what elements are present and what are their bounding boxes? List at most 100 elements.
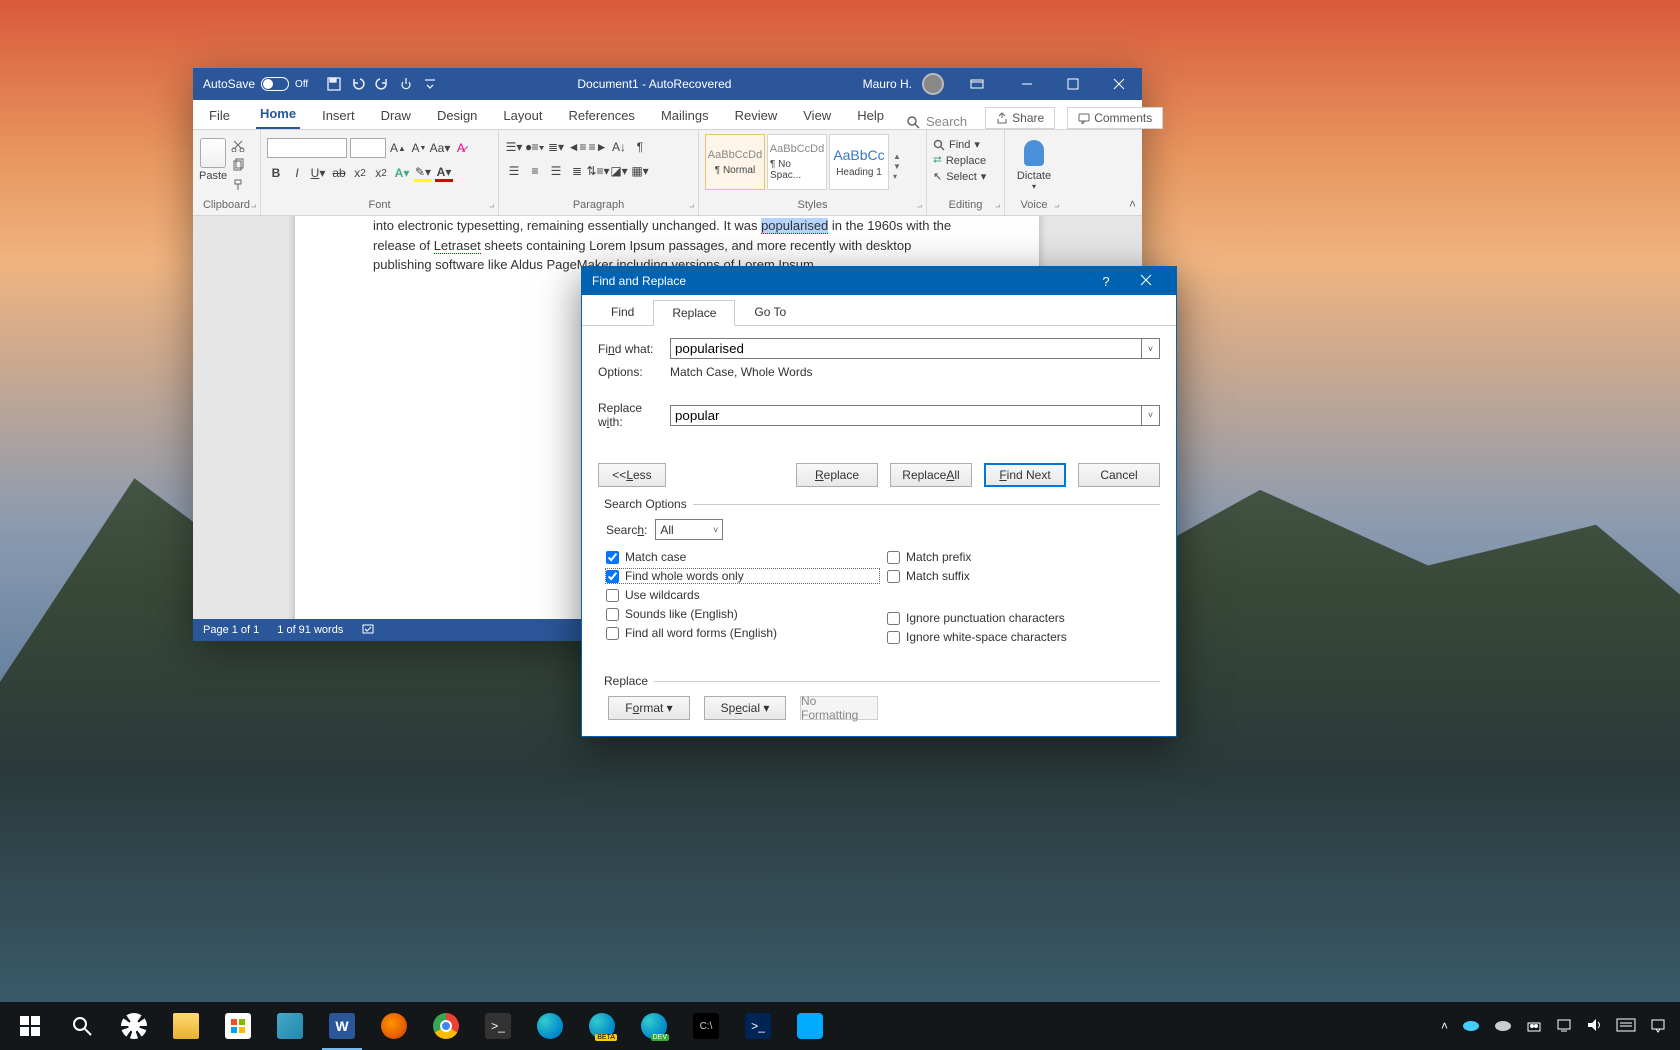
tab-insert[interactable]: Insert — [318, 102, 359, 129]
onedrive-alt-icon[interactable] — [1494, 1018, 1512, 1035]
replace-with-input[interactable] — [670, 405, 1142, 426]
italic-button[interactable]: I — [288, 164, 306, 182]
store-button[interactable] — [212, 1002, 264, 1050]
style-normal[interactable]: AaBbCcDd ¶ Normal — [705, 134, 765, 190]
tab-goto[interactable]: Go To — [735, 299, 805, 325]
align-left-icon[interactable]: ☰ — [505, 162, 523, 180]
select-button[interactable]: ↖ Select ▾ — [933, 170, 998, 183]
highlight-icon[interactable]: ✎▾ — [414, 164, 432, 182]
grow-font-icon[interactable]: A▲ — [389, 139, 407, 157]
line-spacing-icon[interactable]: ⇅≡▾ — [589, 162, 607, 180]
replace-one-button[interactable]: Replace — [796, 463, 878, 487]
check-find-whole-words-only[interactable]: Find whole words only — [606, 569, 879, 583]
align-right-icon[interactable]: ☰ — [547, 162, 565, 180]
shrink-font-icon[interactable]: A▼ — [410, 139, 428, 157]
word-button[interactable]: W — [316, 1002, 368, 1050]
onedrive-icon[interactable] — [1462, 1018, 1480, 1035]
ribbon-display-icon[interactable] — [954, 68, 1000, 100]
tab-find[interactable]: Find — [592, 299, 653, 325]
spell-check-icon[interactable] — [361, 622, 375, 639]
find-what-input[interactable] — [670, 338, 1142, 359]
font-family-combo[interactable] — [267, 138, 347, 158]
avatar[interactable] — [922, 73, 944, 95]
redo-icon[interactable] — [374, 76, 390, 92]
tab-review[interactable]: Review — [731, 102, 782, 129]
dialog-titlebar[interactable]: Find and Replace ? — [582, 267, 1176, 295]
app-button[interactable] — [784, 1002, 836, 1050]
user-name[interactable]: Mauro H. — [863, 77, 912, 91]
check-ignore-white-space-characters[interactable]: Ignore white-space characters — [887, 630, 1160, 644]
ime-icon[interactable] — [1616, 1018, 1636, 1035]
shading-icon[interactable]: ◪▾ — [610, 162, 628, 180]
sort-icon[interactable]: A↓ — [610, 138, 628, 156]
maximize-button[interactable] — [1050, 68, 1096, 100]
format-painter-icon[interactable] — [231, 178, 247, 194]
tab-mailings[interactable]: Mailings — [657, 102, 713, 129]
check-find-all-word-forms-english-[interactable]: Find all word forms (English) — [606, 626, 879, 640]
bullets-icon[interactable]: ☰▾ — [505, 138, 523, 156]
tray-overflow-icon[interactable]: ˄ — [1441, 1019, 1448, 1033]
numbering-icon[interactable]: ⦁≡▾ — [526, 138, 544, 156]
check-match-suffix[interactable]: Match suffix — [887, 569, 1160, 583]
less-button[interactable]: Less — [598, 463, 666, 487]
tab-references[interactable]: References — [564, 102, 638, 129]
bold-button[interactable]: B — [267, 164, 285, 182]
tell-me-search[interactable]: Search — [906, 114, 967, 129]
style-no-spacing[interactable]: AaBbCcDd ¶ No Spac... — [767, 134, 827, 190]
close-button[interactable] — [1126, 274, 1166, 289]
edge-button[interactable] — [524, 1002, 576, 1050]
comments-button[interactable]: Comments — [1067, 107, 1163, 129]
tab-design[interactable]: Design — [433, 102, 481, 129]
paste-button[interactable]: Paste — [199, 134, 227, 199]
tab-draw[interactable]: Draw — [377, 102, 415, 129]
tab-home[interactable]: Home — [256, 100, 300, 129]
find-button[interactable]: Find ▾ — [933, 138, 998, 151]
show-marks-icon[interactable]: ¶ — [631, 138, 649, 156]
tab-replace[interactable]: Replace — [653, 300, 735, 326]
share-button[interactable]: Share — [985, 107, 1055, 129]
help-button[interactable]: ? — [1086, 274, 1126, 289]
borders-icon[interactable]: ▦▾ — [631, 162, 649, 180]
minimize-button[interactable] — [1004, 68, 1050, 100]
cmd-button[interactable]: C:\ — [680, 1002, 732, 1050]
superscript-button[interactable]: x2 — [372, 164, 390, 182]
undo-icon[interactable] — [350, 76, 366, 92]
justify-icon[interactable]: ≣ — [568, 162, 586, 180]
toggle-switch-icon[interactable] — [261, 77, 289, 91]
search-direction-combo[interactable]: All˅ — [655, 519, 723, 540]
people-icon[interactable] — [1526, 1017, 1542, 1036]
touch-icon[interactable] — [398, 76, 414, 92]
file-explorer-button[interactable] — [160, 1002, 212, 1050]
check-use-wildcards[interactable]: Use wildcards — [606, 588, 879, 602]
strikethrough-button[interactable]: ab — [330, 164, 348, 182]
qat-more-icon[interactable] — [422, 76, 438, 92]
increase-indent-icon[interactable]: ≡► — [589, 138, 607, 156]
page-indicator[interactable]: Page 1 of 1 — [203, 624, 259, 636]
tab-file[interactable]: File — [201, 102, 238, 129]
text-effects-icon[interactable]: A▾ — [393, 164, 411, 182]
check-sounds-like-english-[interactable]: Sounds like (English) — [606, 607, 879, 621]
firefox-button[interactable] — [368, 1002, 420, 1050]
edge-beta-button[interactable]: BETA — [576, 1002, 628, 1050]
cancel-button[interactable]: Cancel — [1078, 463, 1160, 487]
search-button[interactable] — [56, 1002, 108, 1050]
font-size-combo[interactable] — [350, 138, 386, 158]
find-dropdown[interactable]: ˅ — [1142, 338, 1160, 359]
start-button[interactable] — [4, 1002, 56, 1050]
replace-all-button[interactable]: Replace All — [890, 463, 972, 487]
cut-icon[interactable] — [231, 138, 247, 154]
check-ignore-punctuation-characters[interactable]: Ignore punctuation characters — [887, 611, 1160, 625]
autosave-toggle[interactable]: AutoSave Off — [193, 77, 318, 91]
tab-view[interactable]: View — [799, 102, 835, 129]
powershell-button[interactable]: >_ — [732, 1002, 784, 1050]
settings-button[interactable] — [108, 1002, 160, 1050]
network-icon[interactable] — [1556, 1017, 1572, 1036]
no-formatting-button[interactable]: No Formatting — [800, 696, 878, 720]
check-match-case[interactable]: Match case — [606, 550, 879, 564]
align-center-icon[interactable]: ≡ — [526, 162, 544, 180]
volume-icon[interactable] — [1586, 1017, 1602, 1036]
check-match-prefix[interactable]: Match prefix — [887, 550, 1160, 564]
font-color-icon[interactable]: A▾ — [435, 164, 453, 182]
special-button[interactable]: Special ▾ — [704, 696, 786, 720]
save-icon[interactable] — [326, 76, 342, 92]
